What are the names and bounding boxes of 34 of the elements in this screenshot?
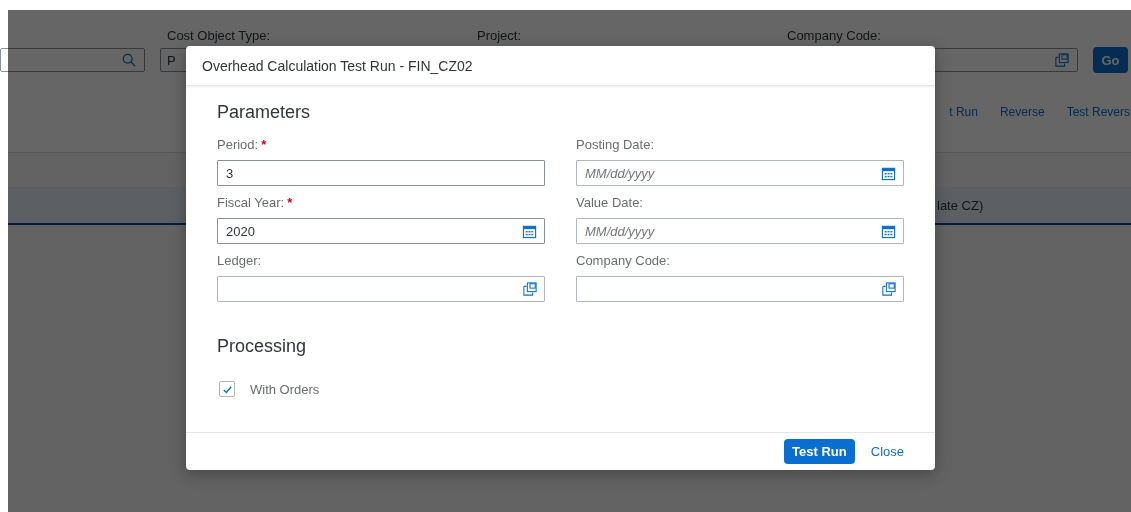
calendar-icon[interactable] [522,224,537,239]
input-field[interactable] [217,276,545,302]
required-mark: * [287,195,293,210]
checkmark-icon [221,383,233,395]
input-field[interactable] [576,276,904,302]
test-run-button[interactable]: Test Run [784,439,855,464]
input-field[interactable]: 2020 [217,218,545,244]
section-heading: Parameters [217,102,311,123]
field-label: Value Date: [576,195,643,210]
required-mark: * [261,137,267,152]
calendar-icon[interactable] [881,166,896,181]
input-field[interactable]: 3 [217,160,545,186]
input-field[interactable]: MM/dd/yyyy [576,218,904,244]
input-field[interactable]: MM/dd/yyyy [576,160,904,186]
field-label: Fiscal Year: [217,195,285,210]
checkbox-label[interactable]: With Orders [250,381,320,397]
field-label: Company Code: [576,253,670,268]
filter-field[interactable] [0,48,145,72]
filter-label: Project: [476,28,523,44]
field-label: Posting Date: [576,137,655,152]
filter-label: Company Code: [786,28,882,44]
value-help-icon[interactable] [882,282,896,296]
column-header: late CZ) [937,197,984,213]
checkbox[interactable] [219,381,235,397]
value-help-icon[interactable] [1055,53,1069,67]
close-button[interactable]: Close [868,444,906,459]
dialog-title: Overhead Calculation Test Run - FIN_CZ02 [202,57,473,74]
search-icon[interactable] [122,53,136,67]
filter-label: Cost Object Type: [166,28,272,44]
value-help-icon[interactable] [523,282,537,296]
field-label: Ledger: [217,253,262,268]
field-label: Period: [217,137,259,152]
section-heading: Processing [217,336,307,357]
calendar-icon[interactable] [881,224,896,239]
